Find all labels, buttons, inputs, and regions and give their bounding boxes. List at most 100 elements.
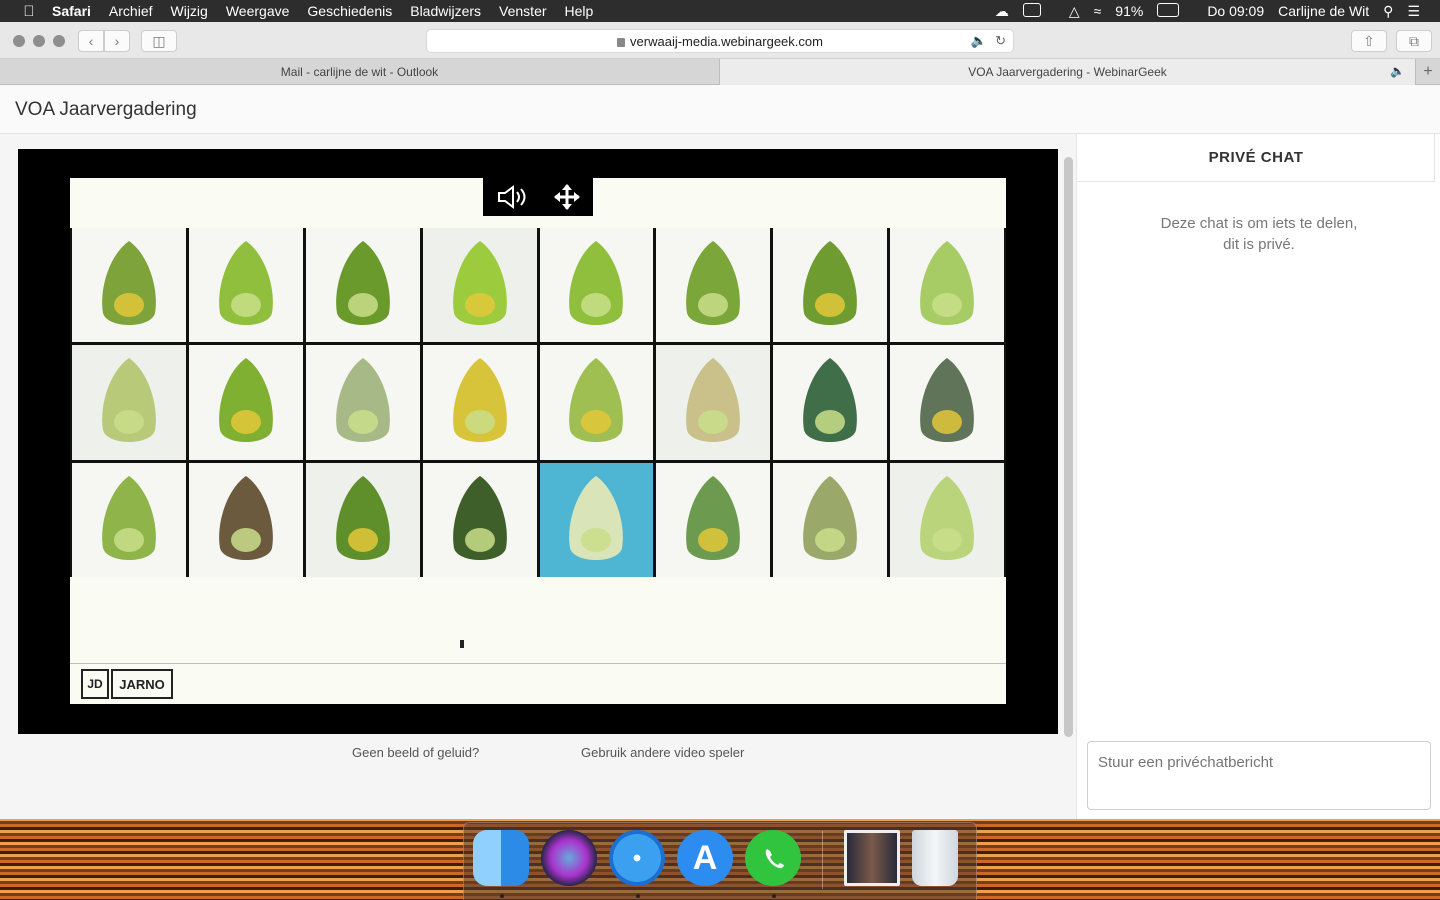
finder-icon[interactable]: [473, 830, 529, 886]
logo-text: JARNO: [111, 669, 173, 699]
avocado-chair-icon: [920, 358, 974, 443]
avocado-chair-icon: [686, 358, 741, 443]
user-name[interactable]: Carlijne de Wit: [1278, 3, 1369, 19]
menu-geschiedenis[interactable]: Geschiedenis: [307, 3, 392, 19]
chair-thumbnail: [72, 345, 186, 460]
display-icon[interactable]: [1022, 2, 1055, 20]
menu-archief[interactable]: Archief: [109, 3, 153, 19]
running-indicator: [772, 894, 776, 898]
notification-center-icon[interactable]: ☰: [1407, 3, 1420, 20]
tab-webinargeek[interactable]: VOA Jaarvergadering - WebinarGeek 🔈: [720, 59, 1416, 85]
wifi-icon[interactable]: ≈: [1094, 3, 1102, 19]
tab-audio-icon[interactable]: 🔈: [971, 33, 987, 49]
avocado-chair-icon: [335, 358, 390, 443]
no-media-link[interactable]: Geen beeld of geluid?: [352, 745, 479, 760]
menu-safari[interactable]: Safari: [52, 3, 91, 19]
menu-bladwijzers[interactable]: Bladwijzers: [410, 3, 481, 19]
photo-stack-icon[interactable]: [844, 830, 900, 886]
tabs-icon: ⧉: [1409, 32, 1419, 49]
move-icon[interactable]: [553, 183, 581, 211]
tab-speaker-icon[interactable]: 🔈: [1390, 64, 1405, 78]
chair-thumbnail: [890, 462, 1004, 577]
dock: A: [463, 822, 977, 900]
menu-weergave[interactable]: Weergave: [226, 3, 290, 19]
other-player-link[interactable]: Gebruik andere video speler: [581, 745, 744, 760]
volume-icon[interactable]: [496, 184, 528, 210]
tab-title: VOA Jaarvergadering - WebinarGeek: [968, 65, 1167, 79]
avocado-chair-icon: [803, 241, 858, 326]
url-text: verwaaij-media.webinargeek.com: [630, 33, 823, 49]
app-store-icon[interactable]: A: [677, 830, 733, 886]
spotlight-search-icon[interactable]: ⚲: [1383, 3, 1393, 20]
chair-thumbnail: [773, 462, 888, 577]
avocado-chair-icon: [102, 475, 156, 560]
chair-thumbnail: [188, 228, 303, 343]
avocado-chair-icon: [452, 358, 507, 443]
avocado-chair-icon: [803, 358, 858, 443]
chat-header-edge: [1434, 134, 1440, 182]
share-button[interactable]: ⇧: [1351, 30, 1387, 52]
chair-thumbnail: [422, 345, 537, 460]
chair-thumbnail: [890, 228, 1004, 343]
chair-thumbnail: [305, 228, 420, 343]
battery-icon[interactable]: [1157, 2, 1193, 20]
back-button[interactable]: ‹: [78, 30, 104, 52]
forward-button[interactable]: ›: [104, 30, 130, 52]
clock[interactable]: Do 09:09: [1207, 3, 1264, 19]
avocado-chair-icon: [920, 241, 974, 326]
chair-thumbnail: [72, 462, 186, 577]
video-player[interactable]: JD JARNO: [18, 149, 1058, 734]
avocado-chair-icon: [569, 358, 624, 443]
zoom-window-button[interactable]: [53, 35, 65, 47]
chevron-left-icon: ‹: [88, 33, 94, 49]
airplay-icon[interactable]: △: [1069, 3, 1080, 20]
running-indicator: [636, 894, 640, 898]
share-icon: ⇧: [1363, 32, 1375, 49]
tab-overview-button[interactable]: ⧉: [1396, 30, 1432, 52]
avocado-chair-icon: [335, 475, 390, 560]
menu-wijzig[interactable]: Wijzig: [171, 3, 208, 19]
creative-cloud-icon[interactable]: ☁: [995, 3, 1009, 20]
chair-thumbnail: [656, 462, 771, 577]
plus-icon: +: [1423, 63, 1433, 80]
chair-thumbnail: [539, 228, 654, 343]
minimize-window-button[interactable]: [33, 35, 45, 47]
avocado-chair-grid: [70, 228, 1006, 577]
video-controls: [483, 177, 593, 216]
tab-outlook[interactable]: Mail - carlijne de wit - Outlook: [0, 59, 720, 85]
webinar-page: VOA Jaarvergadering JD JARNO Geen beeld …: [0, 85, 1440, 819]
chat-message-input[interactable]: [1087, 741, 1431, 810]
whatsapp-icon[interactable]: [745, 830, 801, 886]
menu-bar:  Safari Archief Wijzig Weergave Geschie…: [0, 0, 1440, 22]
chat-info-line-2: dit is privé.: [1223, 236, 1295, 253]
siri-icon[interactable]: [541, 830, 597, 886]
avocado-chair-icon: [686, 241, 741, 326]
new-tab-button[interactable]: +: [1416, 59, 1440, 85]
page-scrollbar[interactable]: [1064, 157, 1073, 737]
avocado-chair-icon: [335, 241, 390, 326]
trash-icon[interactable]: [912, 830, 958, 886]
reload-icon[interactable]: ↻: [995, 33, 1006, 49]
menu-venster[interactable]: Venster: [499, 3, 546, 19]
tab-title: Mail - carlijne de wit - Outlook: [280, 65, 439, 79]
address-bar[interactable]: verwaaij-media.webinargeek.com 🔈 ↻: [426, 29, 1014, 53]
browser-toolbar: ‹ › ◫ verwaaij-media.webinargeek.com 🔈 ↻…: [0, 22, 1440, 59]
page-title: VOA Jaarvergadering: [15, 99, 197, 120]
apple-menu-icon[interactable]: : [20, 3, 38, 20]
chair-thumbnail: [422, 462, 537, 577]
avocado-chair-icon: [569, 241, 624, 326]
safari-icon[interactable]: [609, 830, 665, 886]
dock-separator: [822, 831, 823, 889]
sidebar-toggle-button[interactable]: ◫: [141, 30, 177, 52]
private-chat-panel: PRIVÉ CHAT Deze chat is om iets te delen…: [1076, 134, 1440, 819]
running-indicator: [500, 894, 504, 898]
chair-thumbnail: [188, 462, 303, 577]
menu-help[interactable]: Help: [565, 3, 594, 19]
battery-percent[interactable]: 91%: [1115, 3, 1143, 19]
chat-info-line-1: Deze chat is om iets te delen,: [1160, 215, 1358, 232]
tab-bar: Mail - carlijne de wit - Outlook VOA Jaa…: [0, 59, 1440, 85]
avocado-chair-icon: [569, 475, 624, 560]
close-window-button[interactable]: [13, 35, 25, 47]
avocado-chair-icon: [102, 241, 156, 326]
avocado-chair-icon: [803, 475, 858, 560]
